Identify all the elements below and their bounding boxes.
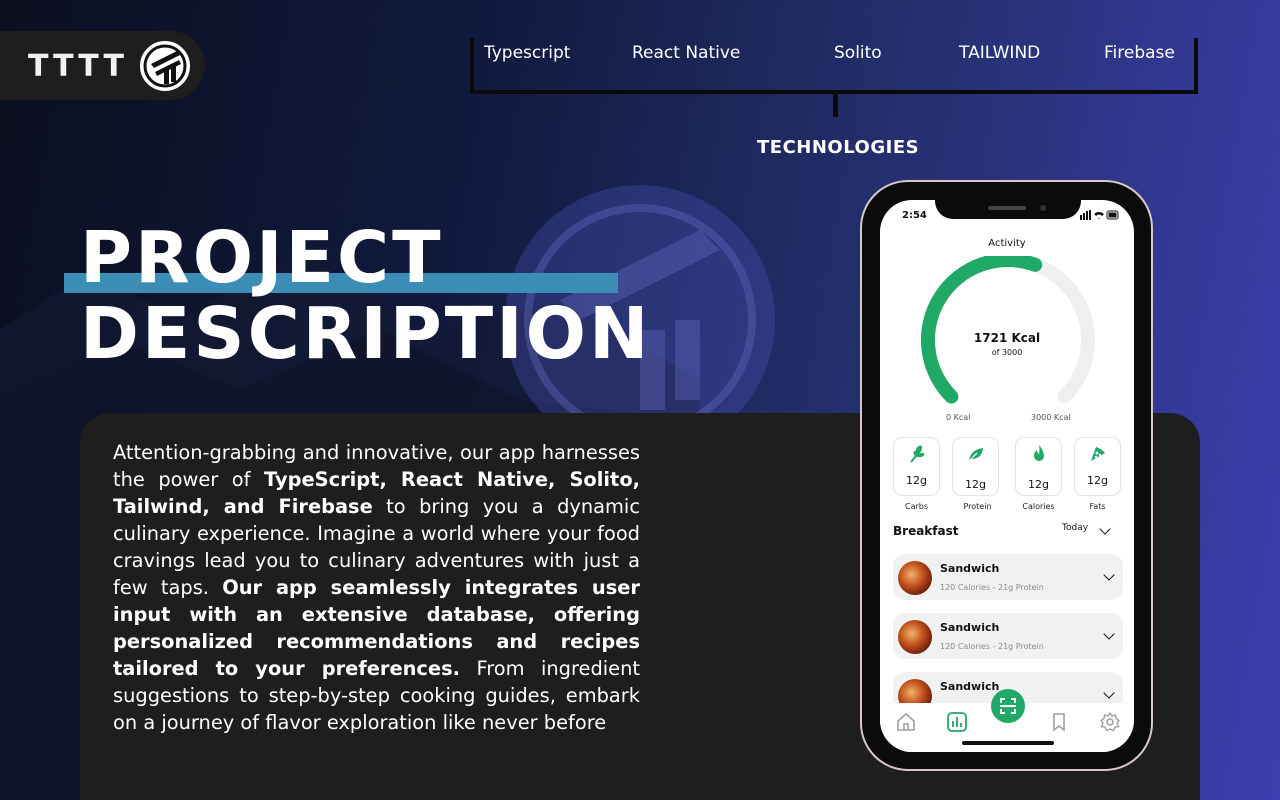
macro-value: 12g [906,474,927,487]
tech-tailwind: TAILWIND [959,43,1041,63]
pizza-icon [1091,447,1105,461]
food-card[interactable]: Sandwich 120 Calories - 21g Protein [893,613,1123,659]
macro-value: 12g [1028,478,1049,491]
scan-button[interactable] [991,689,1025,723]
tech-firebase: Firebase [1104,43,1175,63]
chevron-down-icon[interactable] [1103,628,1115,640]
food-meta: 120 Calories - 21g Protein [940,583,1044,592]
macro-value: 12g [965,478,986,491]
food-name: Sandwich [940,621,1000,634]
calorie-value: 1721 Kcal [973,331,1041,345]
macro-card-protein[interactable]: 12g [952,437,999,496]
hero-title-line1: PROJECT [80,216,444,299]
hero-title-line2: DESCRIPTION [80,292,652,375]
technologies-title: TECHNOLOGIES [757,137,920,158]
phone-mockup: 2:54 Activity 1721 Kcal of 3000 0 Kcal 3… [860,180,1153,771]
macro-label-calories: Calories [1022,502,1055,511]
home-indicator [962,741,1054,745]
bookmark-icon[interactable] [1048,711,1070,733]
food-thumbnail [898,620,932,654]
scan-icon [1000,698,1016,714]
chevron-down-icon [1099,523,1111,535]
logo-icon [138,39,192,93]
calorie-goal: of 3000 [991,348,1023,357]
settings-icon[interactable] [1099,711,1121,733]
macro-card-fats[interactable]: 12g [1074,437,1121,496]
chevron-down-icon[interactable] [1103,687,1115,699]
status-time: 2:54 [902,210,927,221]
leaf-icon [968,448,983,462]
flame-icon [1034,445,1044,461]
logo-text: TTTT [28,49,128,84]
food-card[interactable]: Sandwich 120 Calories - 21g Protein [893,554,1123,600]
macro-label-protein: Protein [963,502,992,511]
meal-title: Breakfast [893,524,959,538]
home-icon[interactable] [895,711,917,733]
camera-icon [1040,205,1046,211]
logo-bar: TTTT [0,31,205,100]
macro-card-calories[interactable]: 12g [1015,437,1062,496]
wheat-icon [910,445,925,463]
status-icons [1080,210,1119,220]
date-filter-label: Today [1062,523,1089,533]
phone-screen: 2:54 Activity 1721 Kcal of 3000 0 Kcal 3… [880,200,1134,752]
food-name: Sandwich [940,562,1000,575]
macro-card-carbs[interactable]: 12g [893,437,940,496]
tech-typescript: Typescript [484,43,571,63]
project-description: Attention-grabbing and innovative, our a… [113,439,640,736]
chevron-down-icon[interactable] [1103,569,1115,581]
macro-label-fats: Fats [1089,502,1106,511]
tech-react-native: React Native [632,43,741,63]
screen-title: Activity [988,238,1026,249]
phone-notch [935,200,1081,219]
macro-value: 12g [1087,474,1108,487]
speaker-grille [988,206,1026,210]
tech-solito: Solito [834,43,882,63]
technologies-bracket-stem [833,92,838,117]
gauge-max-label: 3000 Kcal [1031,413,1071,422]
gauge-min-label: 0 Kcal [946,413,971,422]
calorie-gauge-fill [920,256,1043,404]
food-thumbnail [898,561,932,595]
stats-icon[interactable] [946,711,968,733]
macro-label-carbs: Carbs [904,502,929,511]
food-meta: 120 Calories - 21g Protein [940,642,1044,651]
